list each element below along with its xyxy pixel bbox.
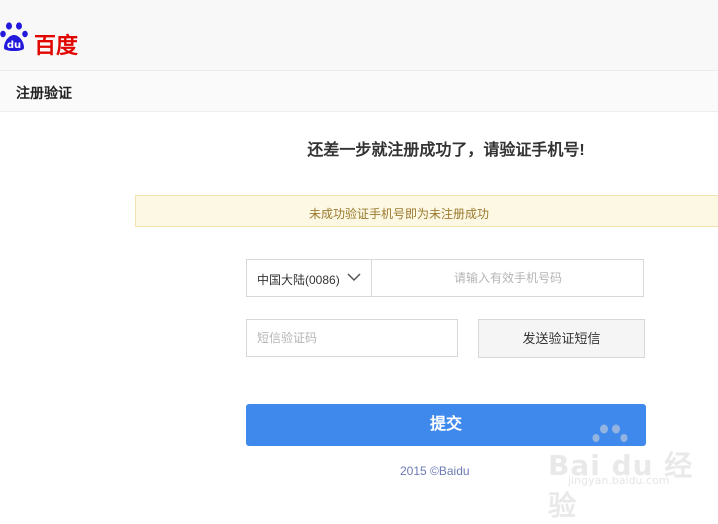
notice-text: 未成功验证手机号即为未注册成功 <box>308 207 489 221</box>
logo-du-text: du <box>7 40 21 51</box>
country-select[interactable]: 中国大陆(0086) <box>247 260 372 296</box>
phone-number-input[interactable] <box>373 260 643 296</box>
warning-notice: 未成功验证手机号即为未注册成功 <box>135 195 718 227</box>
page-header-bar: 注册验证 <box>0 71 718 112</box>
sms-code-input[interactable] <box>246 319 458 357</box>
baidu-logo[interactable]: du 百度 <box>0 22 110 62</box>
page-title: 注册验证 <box>16 85 72 101</box>
verify-heading: 还差一步就注册成功了，请验证手机号! <box>307 142 585 159</box>
top-header: du 百度 <box>0 0 718 71</box>
phone-input-group: 中国大陆(0086) <box>246 259 644 297</box>
send-sms-button[interactable]: 发送验证短信 <box>478 319 645 358</box>
chevron-down-icon <box>347 273 361 282</box>
logo-text: 百度 <box>34 34 79 59</box>
watermark-url: jingyan.baidu.com <box>568 474 670 487</box>
paw-icon: du <box>0 22 28 51</box>
footer-copyright: 2015 ©Baidu <box>400 464 470 478</box>
country-select-label: 中国大陆(0086) <box>257 273 340 287</box>
baidu-jingyan-watermark: Bai du 经验 jingyan.baidu.com <box>548 424 716 522</box>
